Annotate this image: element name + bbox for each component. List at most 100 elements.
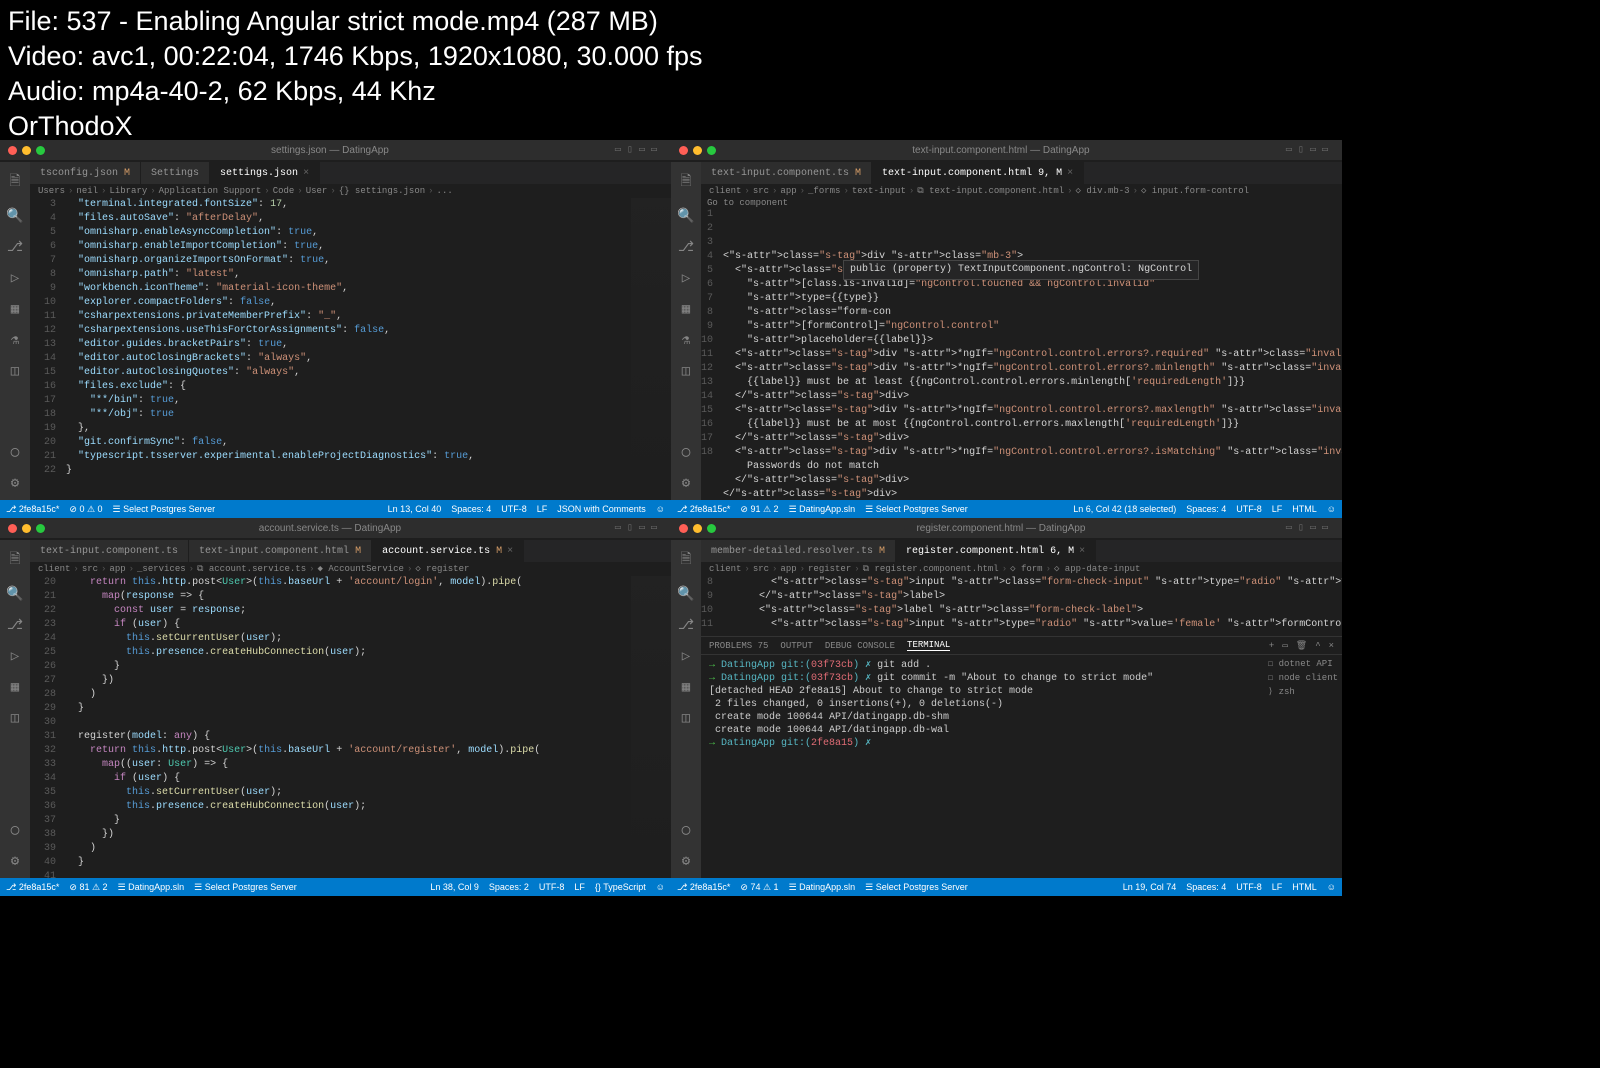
minimap[interactable] (631, 198, 671, 500)
status-item[interactable]: ⎇ 2fe8a15c* (6, 504, 59, 515)
breadcrumb-item[interactable]: ◇ app-date-input (1054, 564, 1140, 574)
terminal-output[interactable]: → DatingApp git:(03f73cb) ✗ git add .→ D… (701, 655, 1342, 754)
new-terminal-icon[interactable]: + (1269, 641, 1274, 651)
layout-icons[interactable]: ▭ ▯ ▭ ▭ (1286, 144, 1334, 156)
layout-icons[interactable]: ▭ ▯ ▭ ▭ (615, 522, 663, 534)
gear-icon[interactable]: ⚙ (682, 853, 690, 870)
source-control-icon[interactable]: ⎇ (678, 617, 694, 634)
db-icon[interactable]: ◫ (682, 710, 690, 727)
editor-tab[interactable]: register.component.html 6, M× (896, 540, 1096, 562)
maximize-panel-icon[interactable]: ^ (1315, 641, 1320, 651)
account-icon[interactable]: ◯ (11, 444, 19, 461)
status-item[interactable]: ☰ DatingApp.sln (118, 882, 185, 893)
status-item[interactable]: ☺ (656, 504, 665, 514)
breadcrumb-item[interactable]: text-input (852, 186, 906, 196)
account-icon[interactable]: ◯ (11, 822, 19, 839)
breadcrumb-item[interactable]: neil (76, 186, 98, 196)
breadcrumb-item[interactable]: ◇ input.form-control (1141, 186, 1249, 196)
status-item[interactable]: Ln 6, Col 42 (18 selected) (1073, 504, 1176, 514)
status-item[interactable]: LF (537, 504, 548, 514)
status-item[interactable]: ☰ DatingApp.sln (789, 504, 856, 515)
status-item[interactable]: Spaces: 4 (1186, 882, 1226, 892)
status-item[interactable]: UTF-8 (1236, 882, 1262, 892)
close-window-icon[interactable] (8, 524, 17, 533)
editor-tab[interactable]: Settings (141, 162, 210, 184)
terminal-instance[interactable]: ☐ dotnet API (1268, 657, 1338, 671)
status-item[interactable]: HTML (1292, 504, 1317, 514)
debug-icon[interactable]: ▷ (682, 270, 690, 287)
extensions-icon[interactable]: ▦ (11, 679, 19, 696)
status-item[interactable]: ☰ Select Postgres Server (865, 504, 968, 515)
source-control-icon[interactable]: ⎇ (7, 617, 23, 634)
maximize-window-icon[interactable] (36, 524, 45, 533)
minimap[interactable] (631, 576, 671, 878)
terminal-sidebar[interactable]: ☐ dotnet API☐ node client⟩ zsh (1268, 657, 1338, 699)
close-tab-icon[interactable]: × (1079, 546, 1085, 557)
explorer-icon[interactable]: 🗎 (9, 548, 20, 572)
account-icon[interactable]: ◯ (682, 444, 690, 461)
gear-icon[interactable]: ⚙ (682, 475, 690, 492)
status-item[interactable]: UTF-8 (501, 504, 527, 514)
editor-tab[interactable]: text-input.component.html M (189, 540, 372, 562)
kill-terminal-icon[interactable]: 🗑 (1296, 641, 1307, 651)
panel-tab[interactable]: TERMINAL (907, 640, 950, 651)
status-item[interactable]: ⎇ 2fe8a15c* (6, 882, 59, 893)
breadcrumb-item[interactable]: src (753, 564, 769, 574)
status-item[interactable]: LF (574, 882, 585, 892)
breadcrumb-item[interactable]: {} settings.json (339, 186, 425, 196)
minimize-window-icon[interactable] (22, 146, 31, 155)
editor-tab[interactable]: tsconfig.json M (30, 162, 141, 184)
extensions-icon[interactable]: ▦ (682, 679, 690, 696)
code-editor[interactable]: "terminal.integrated.fontSize": 17, "fil… (66, 198, 631, 500)
test-icon[interactable]: ⚗ (11, 332, 19, 349)
close-window-icon[interactable] (8, 146, 17, 155)
account-icon[interactable]: ◯ (682, 822, 690, 839)
db-icon[interactable]: ◫ (11, 363, 19, 380)
source-control-icon[interactable]: ⎇ (7, 239, 23, 256)
panel-tab[interactable]: OUTPUT (780, 641, 812, 651)
breadcrumb-item[interactable]: client (709, 186, 741, 196)
status-item[interactable]: ⎇ 2fe8a15c* (677, 882, 730, 893)
status-item[interactable]: Spaces: 4 (451, 504, 491, 514)
status-item[interactable]: ⎇ 2fe8a15c* (677, 504, 730, 515)
status-item[interactable]: Ln 19, Col 74 (1123, 882, 1177, 892)
editor-tab[interactable]: member-detailed.resolver.ts M (701, 540, 896, 562)
breadcrumb-item[interactable]: ◆ AccountService (318, 564, 404, 574)
status-item[interactable]: ⊘ 81 ⚠ 2 (69, 882, 107, 893)
terminal-instance[interactable]: ☐ node client (1268, 671, 1338, 685)
status-item[interactable]: ☺ (1327, 504, 1336, 514)
editor-tab[interactable]: text-input.component.ts (30, 540, 189, 562)
search-icon[interactable]: 🔍 (677, 208, 694, 225)
status-item[interactable]: ☰ Select Postgres Server (865, 882, 968, 893)
test-icon[interactable]: ⚗ (682, 332, 690, 349)
code-editor[interactable]: <"s-attr">class="s-tag">input "s-attr">c… (723, 576, 1342, 636)
minimize-window-icon[interactable] (693, 524, 702, 533)
status-item[interactable]: ⊘ 74 ⚠ 1 (740, 882, 778, 893)
panel-tab[interactable]: PROBLEMS 75 (709, 641, 768, 651)
editor-tab[interactable]: text-input.component.ts M (701, 162, 872, 184)
debug-icon[interactable]: ▷ (682, 648, 690, 665)
breadcrumb-item[interactable]: app (780, 186, 796, 196)
breadcrumb-item[interactable]: ⧉ register.component.html (863, 564, 999, 574)
breadcrumb-item[interactable]: _services (137, 564, 186, 574)
status-item[interactable]: Ln 13, Col 40 (388, 504, 442, 514)
debug-icon[interactable]: ▷ (11, 648, 19, 665)
maximize-window-icon[interactable] (36, 146, 45, 155)
minimize-window-icon[interactable] (693, 146, 702, 155)
status-item[interactable]: HTML (1292, 882, 1317, 892)
gear-icon[interactable]: ⚙ (11, 475, 19, 492)
layout-icons[interactable]: ▭ ▯ ▭ ▭ (1286, 522, 1334, 534)
panel-tab[interactable]: DEBUG CONSOLE (825, 641, 895, 651)
breadcrumb-item[interactable]: ⧉ account.service.ts (197, 564, 306, 574)
breadcrumb-item[interactable]: User (306, 186, 328, 196)
status-item[interactable]: ⊘ 91 ⚠ 2 (740, 504, 778, 515)
debug-icon[interactable]: ▷ (11, 270, 19, 287)
status-item[interactable]: Spaces: 2 (489, 882, 529, 892)
breadcrumb-item[interactable]: ◇ div.mb-3 (1076, 186, 1130, 196)
breadcrumb-item[interactable]: Application Support (159, 186, 262, 196)
search-icon[interactable]: 🔍 (6, 208, 23, 225)
breadcrumb-item[interactable]: ◇ register (415, 564, 469, 574)
status-item[interactable]: Ln 38, Col 9 (430, 882, 479, 892)
status-item[interactable]: UTF-8 (539, 882, 565, 892)
gear-icon[interactable]: ⚙ (11, 853, 19, 870)
